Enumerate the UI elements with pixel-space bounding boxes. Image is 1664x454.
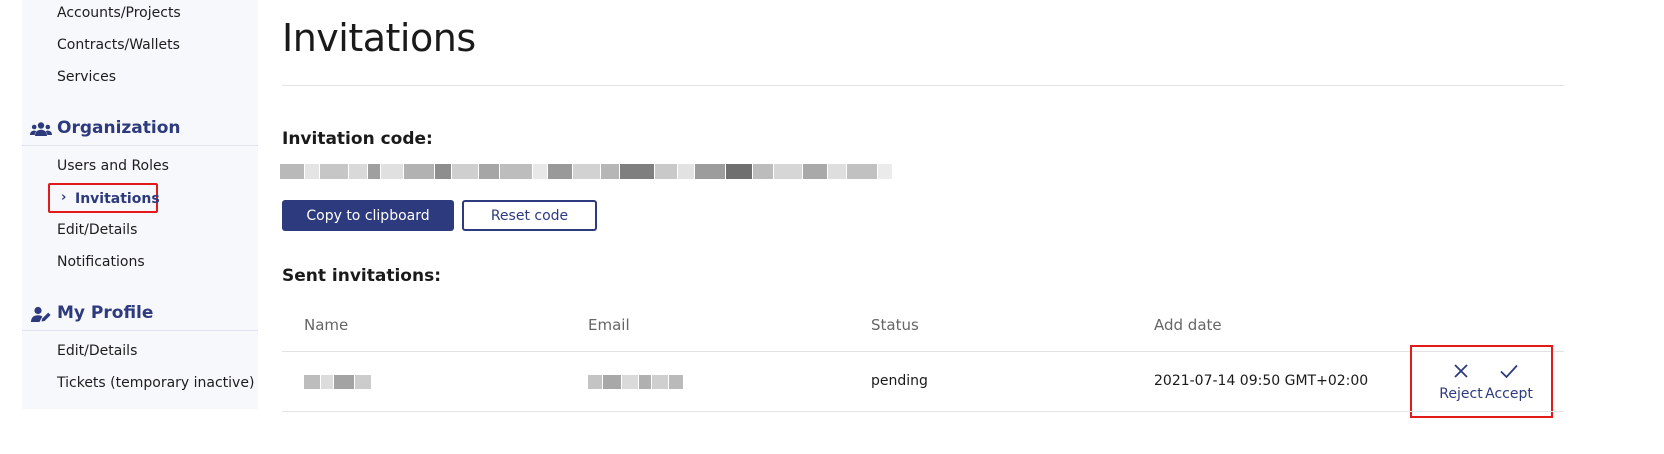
page-title: Invitations (282, 16, 476, 60)
reject-label: Reject (1439, 386, 1483, 402)
chevron-right-icon: › (61, 190, 67, 205)
sidebar-item-organization-edit-details[interactable]: Edit/Details (57, 222, 137, 238)
column-header-add-date: Add date (1154, 316, 1222, 334)
sidebar: Accounts/Projects Contracts/Wallets Serv… (22, 0, 258, 409)
title-divider (282, 85, 1564, 86)
sidebar-item-label: Invitations (75, 191, 160, 207)
profile-section-header: My Profile (22, 295, 258, 331)
invitation-actions: Reject Accept (1410, 345, 1553, 418)
reset-code-button[interactable]: Reset code (462, 200, 597, 231)
column-header-status: Status (871, 316, 919, 334)
organization-section-header: Organization (22, 110, 258, 146)
close-icon (1454, 364, 1468, 378)
table-row-divider (282, 411, 1564, 412)
invitation-add-date: 2021-07-14 09:50 GMT+02:00 (1154, 373, 1369, 389)
copy-to-clipboard-button[interactable]: Copy to clipboard (282, 200, 454, 231)
column-header-name: Name (304, 316, 349, 334)
profile-section-title: My Profile (57, 303, 154, 323)
organization-section-title: Organization (57, 118, 181, 138)
invitation-code-value-redacted (280, 164, 892, 179)
accept-button[interactable]: Accept (1484, 361, 1534, 402)
table-header-divider (282, 351, 1564, 352)
invitation-status: pending (871, 373, 928, 389)
sidebar-item-notifications[interactable]: Notifications (57, 254, 145, 270)
invitee-email-redacted (588, 375, 683, 389)
sidebar-item-services[interactable]: Services (57, 69, 116, 85)
user-edit-icon (31, 306, 51, 322)
column-header-email: Email (588, 316, 630, 334)
invitee-name-redacted (304, 375, 371, 389)
invitation-code-label: Invitation code: (282, 129, 433, 149)
sidebar-item-profile-edit-details[interactable]: Edit/Details (57, 343, 137, 359)
sidebar-item-accounts-projects[interactable]: Accounts/Projects (57, 5, 181, 21)
users-icon (30, 122, 52, 136)
reject-button[interactable]: Reject (1436, 361, 1486, 402)
sent-invitations-label: Sent invitations: (282, 266, 442, 286)
sidebar-item-users-and-roles[interactable]: Users and Roles (57, 158, 169, 174)
sidebar-item-tickets[interactable]: Tickets (temporary inactive) (57, 375, 254, 391)
accept-label: Accept (1485, 386, 1533, 402)
check-icon (1500, 364, 1518, 379)
sidebar-item-invitations[interactable]: › Invitations (48, 183, 160, 213)
sidebar-item-contracts-wallets[interactable]: Contracts/Wallets (57, 37, 180, 53)
